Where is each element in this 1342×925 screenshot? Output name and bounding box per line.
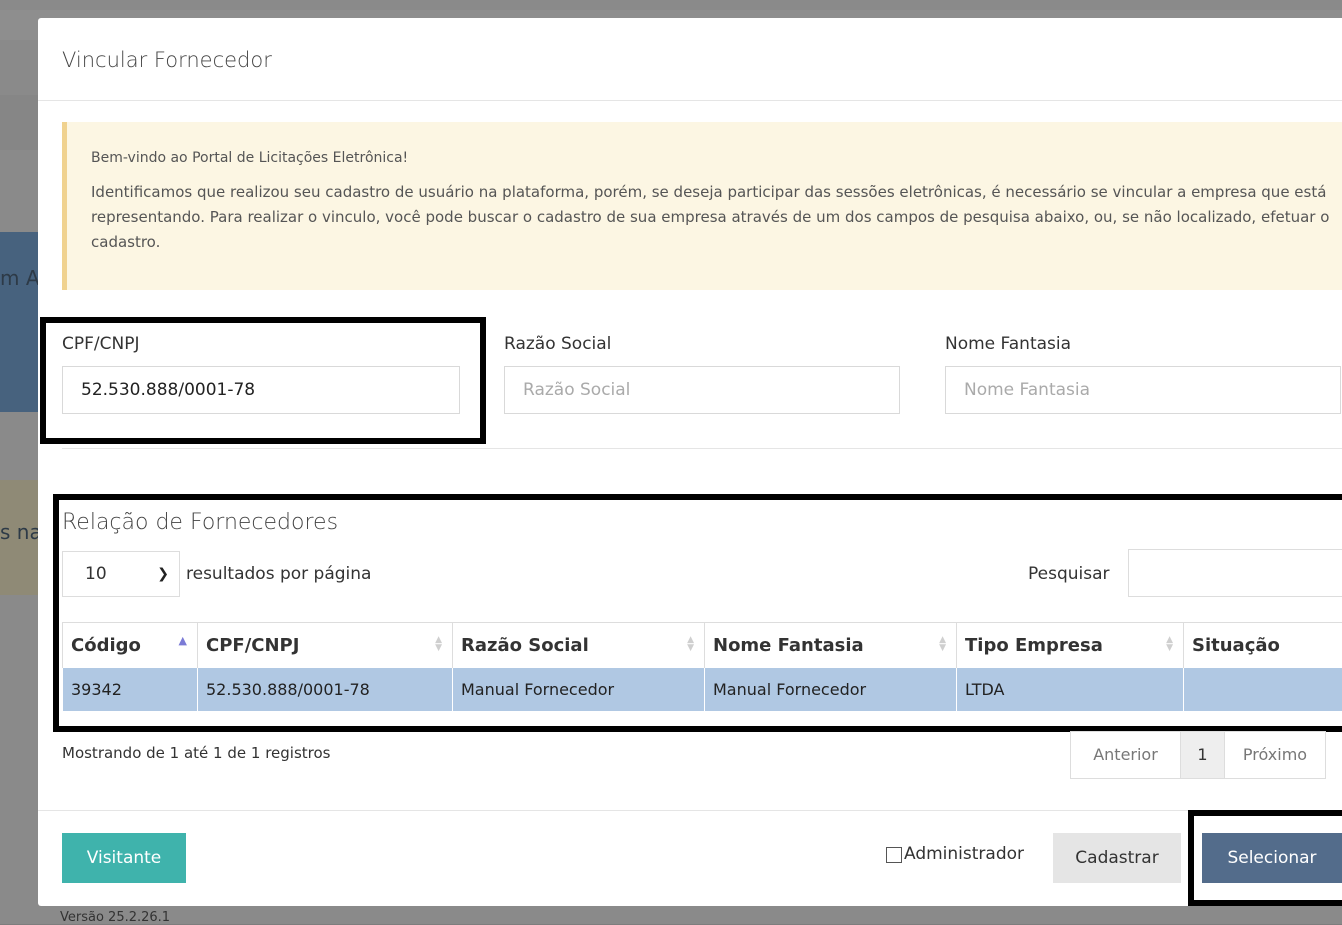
sort-icon: ▲▼ — [1166, 636, 1173, 652]
column-header-nome-fantasia[interactable]: Nome Fantasia▲▼ — [705, 623, 957, 669]
column-header-cpf[interactable]: CPF/CNPJ▲▼ — [198, 623, 453, 669]
admin-checkbox[interactable] — [886, 847, 902, 863]
column-header-tipo-empresa[interactable]: Tipo Empresa▲▼ — [957, 623, 1184, 669]
cell-codigo: 39342 — [63, 668, 198, 711]
cpf-label: CPF/CNPJ — [62, 334, 139, 354]
welcome-alert: Bem-vindo ao Portal de Licitações Eletrô… — [62, 122, 1342, 290]
visitor-button[interactable]: Visitante — [62, 833, 186, 883]
sort-icon: ▲▼ — [939, 636, 946, 652]
search-input[interactable] — [1128, 549, 1342, 597]
cell-tipo-empresa: LTDA — [957, 668, 1184, 711]
page-size-value: 10 — [85, 564, 107, 584]
sort-icon: ▲▼ — [687, 636, 694, 652]
alert-heading: Bem-vindo ao Portal de Licitações Eletrô… — [91, 146, 1342, 171]
records-info: Mostrando de 1 até 1 de 1 registros — [62, 744, 330, 762]
background-text: s na — [0, 520, 42, 544]
column-header-situacao[interactable]: Situação▲▼ — [1184, 623, 1342, 669]
version-text: Versão 25.2.26.1 — [60, 910, 170, 925]
register-button[interactable]: Cadastrar — [1053, 833, 1181, 883]
page-size-text: resultados por página — [186, 564, 371, 584]
table-header-row: Código▲ CPF/CNPJ▲▼ Razão Social▲▼ Nome F… — [63, 623, 1342, 669]
previous-page-button[interactable]: Anterior — [1071, 732, 1181, 778]
chevron-down-icon: ❯ — [157, 566, 169, 582]
sort-asc-icon: ▲ — [179, 637, 187, 645]
select-button[interactable]: Selecionar — [1202, 833, 1342, 883]
cell-situacao — [1184, 668, 1342, 711]
pagination: Anterior 1 Próximo — [1070, 731, 1326, 779]
search-label: Pesquisar — [1028, 564, 1110, 584]
column-header-codigo[interactable]: Código▲ — [63, 623, 198, 669]
suppliers-table: Código▲ CPF/CNPJ▲▼ Razão Social▲▼ Nome F… — [62, 622, 1342, 711]
modal-title: Vincular Fornecedor — [62, 48, 272, 72]
suppliers-table-title: Relação de Fornecedores — [62, 510, 338, 535]
background-text: m A — [0, 266, 40, 290]
nome-fantasia-input[interactable] — [945, 366, 1341, 414]
page-size-select[interactable]: 10 ❯ — [62, 551, 180, 597]
cell-razao-social: Manual Fornecedor — [453, 668, 705, 711]
sort-icon: ▲▼ — [435, 636, 442, 652]
footer-divider — [38, 810, 1342, 811]
razao-social-input[interactable] — [504, 366, 900, 414]
alert-message: Identificamos que realizou seu cadastro … — [91, 180, 1342, 255]
cell-cpf: 52.530.888/0001-78 — [198, 668, 453, 711]
table-row[interactable]: 39342 52.530.888/0001-78 Manual Forneced… — [63, 668, 1342, 711]
cell-nome-fantasia: Manual Fornecedor — [705, 668, 957, 711]
column-header-razao-social[interactable]: Razão Social▲▼ — [453, 623, 705, 669]
section-divider — [62, 448, 1342, 449]
link-supplier-modal: Vincular Fornecedor Bem-vindo ao Portal … — [38, 18, 1342, 906]
nome-fantasia-label: Nome Fantasia — [945, 334, 1071, 354]
admin-checkbox-label[interactable]: Administrador — [904, 844, 1024, 864]
header-divider — [38, 100, 1342, 101]
razao-social-label: Razão Social — [504, 334, 611, 354]
next-page-button[interactable]: Próximo — [1225, 732, 1325, 778]
cpf-input[interactable] — [62, 366, 460, 414]
current-page-button[interactable]: 1 — [1181, 732, 1225, 778]
